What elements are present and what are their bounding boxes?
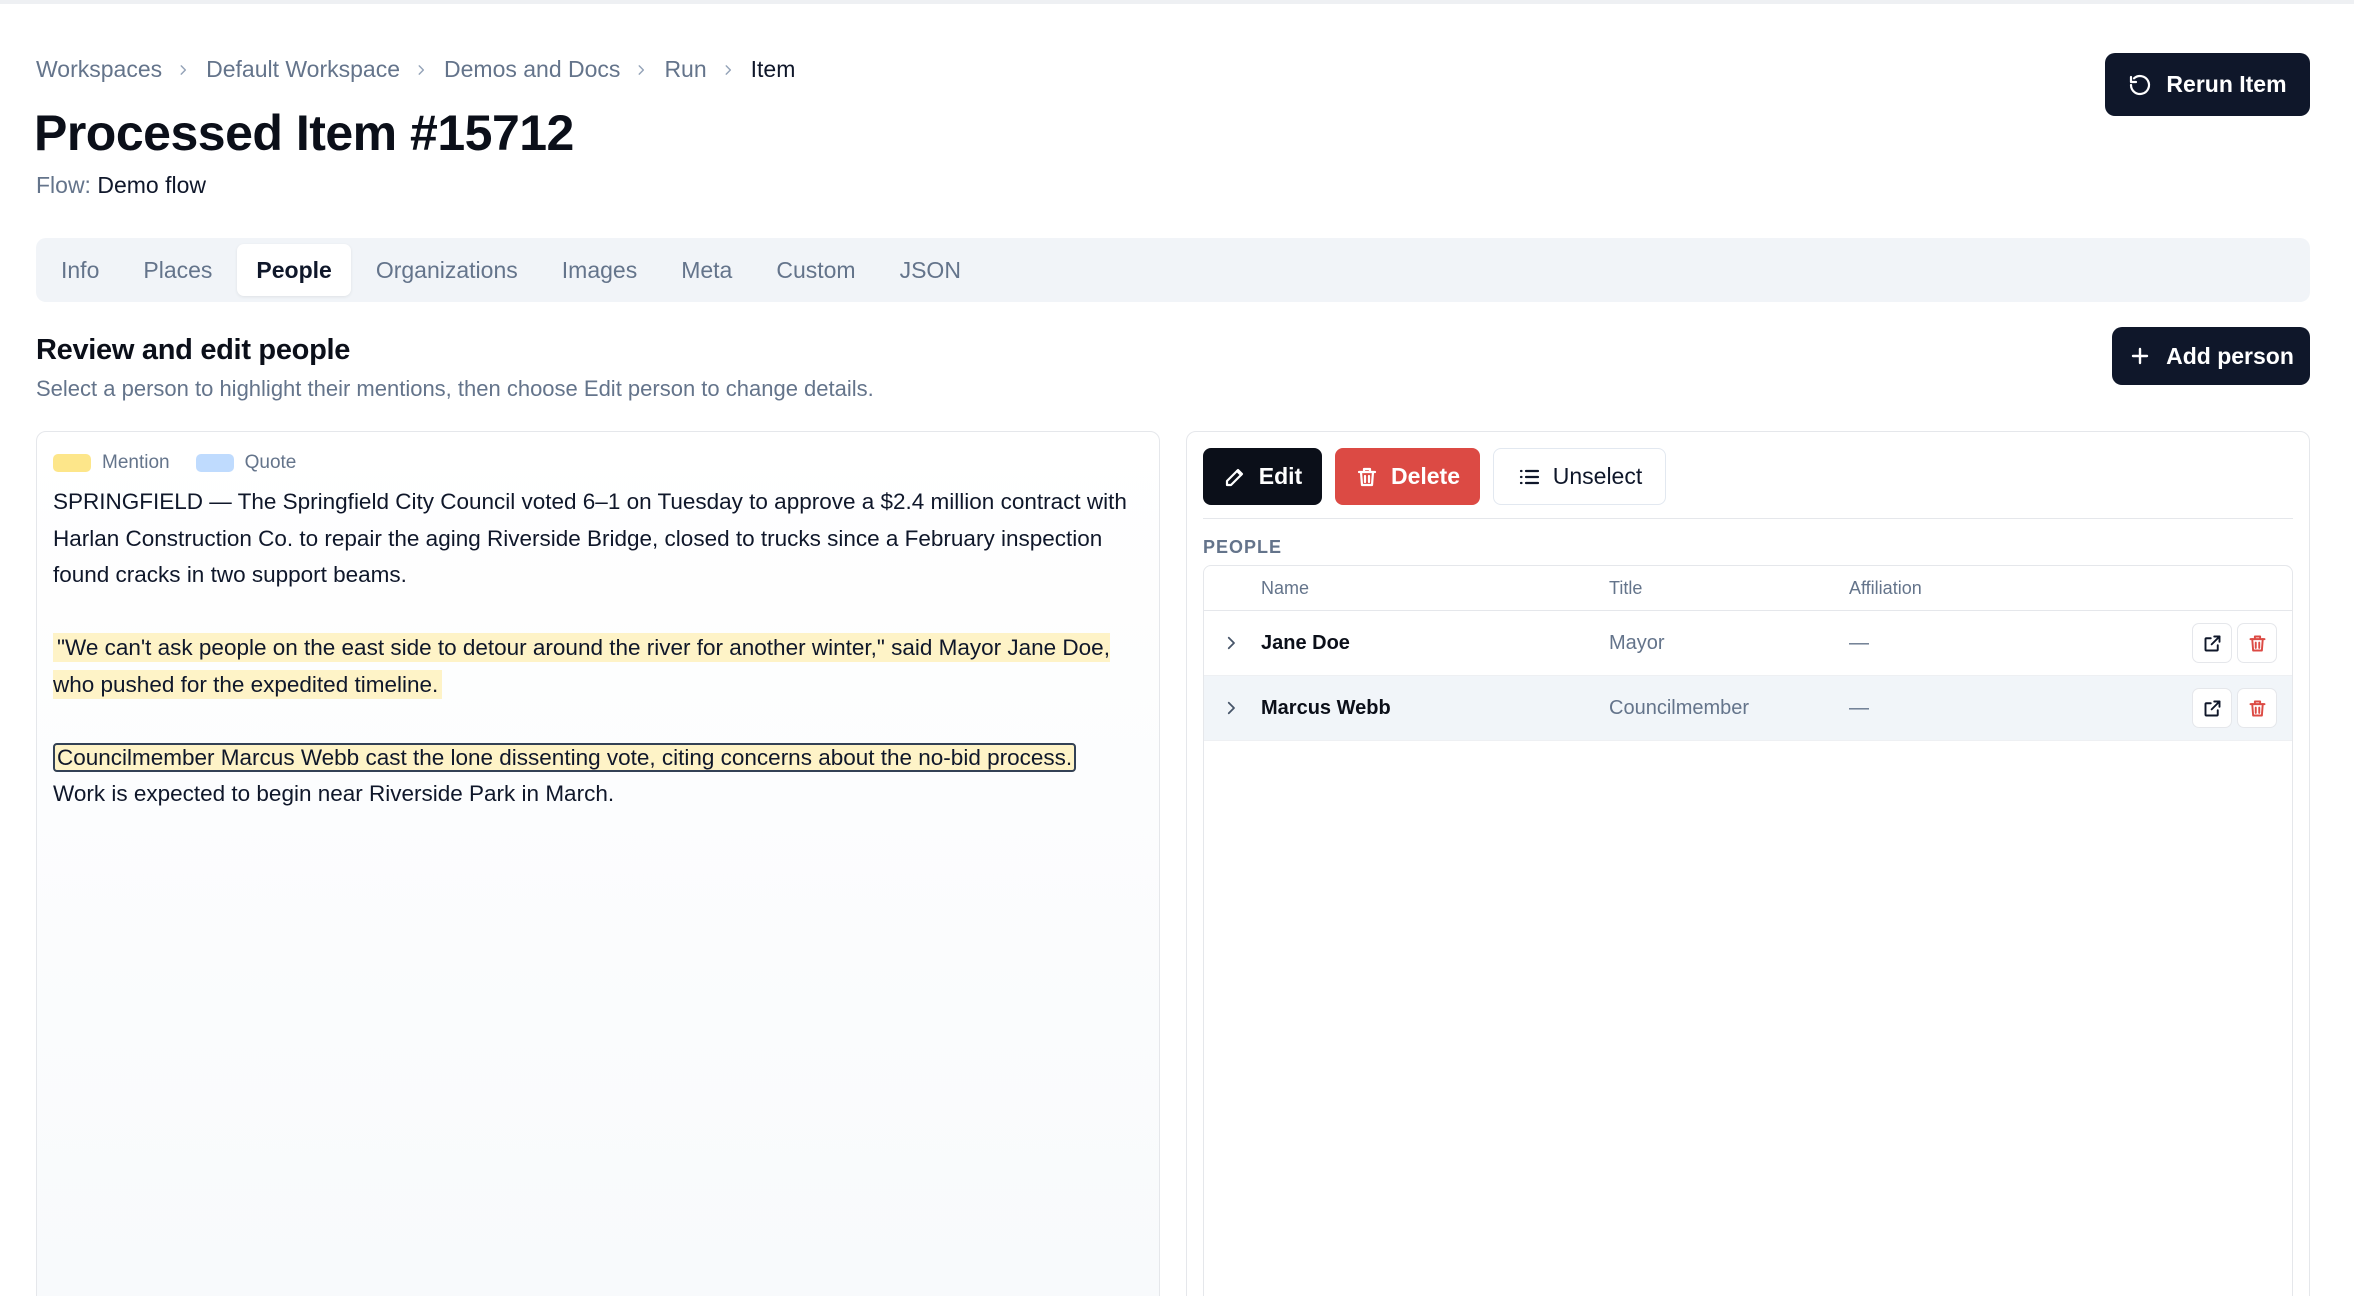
tab-places[interactable]: Places [124, 244, 231, 296]
article-paragraph: Councilmember Marcus Webb cast the lone … [53, 740, 1148, 813]
rerun-item-label: Rerun Item [2166, 71, 2287, 97]
flow-value: Demo flow [97, 172, 206, 198]
highlight-legend: Mention Quote [53, 448, 1143, 478]
article-text: SPRINGFIELD — The Springfield City Counc… [53, 484, 1148, 813]
selection-actions: Edit Delete Unselect [1203, 448, 1679, 505]
quote-swatch [195, 454, 234, 472]
pencil-icon [1225, 468, 1243, 486]
article-paragraph: SPRINGFIELD — The Springfield City Counc… [53, 489, 1127, 587]
plus-icon [2131, 347, 2149, 365]
add-person-button[interactable]: Add person [2112, 327, 2310, 385]
list-icon [1519, 469, 1539, 484]
tab-info[interactable]: Info [42, 244, 118, 296]
breadcrumb-demos-and-docs[interactable]: Demos and Docs [444, 56, 620, 83]
legend-quote-label: Quote [244, 452, 297, 473]
person-title: Councilmember [1609, 696, 1750, 719]
top-border [0, 0, 2354, 4]
column-header-name: Name [1261, 577, 1310, 598]
breadcrumb-default-workspace[interactable]: Default Workspace [206, 56, 400, 83]
external-link-icon [2204, 635, 2220, 651]
mention-highlight-marcus-webb[interactable]: Councilmember Marcus Webb cast the lone … [53, 742, 1077, 772]
legend-quote: Quote [195, 452, 297, 474]
breadcrumb: Workspaces Default Workspace Demos and D… [36, 56, 795, 83]
flow-info: Flow: Demo flow [36, 172, 206, 199]
add-person-label: Add person [2166, 342, 2294, 369]
person-affiliation: — [1849, 696, 1869, 719]
tab-organizations[interactable]: Organizations [357, 244, 537, 296]
people-panel: Edit Delete Unselect PEOPLE Name Title A… [1186, 431, 2310, 1296]
tab-images[interactable]: Images [543, 244, 656, 296]
breadcrumb-run[interactable]: Run [664, 56, 706, 83]
tab-meta[interactable]: Meta [662, 244, 751, 296]
unselect-label: Unselect [1552, 463, 1643, 489]
person-name: Jane Doe [1261, 631, 1350, 654]
tab-json[interactable]: JSON [881, 244, 980, 296]
person-affiliation: — [1849, 631, 1869, 654]
unselect-button[interactable]: Unselect [1493, 448, 1666, 505]
table-row-selected[interactable]: Marcus Webb Councilmember — [1204, 676, 2292, 741]
section-title: Review and edit people [36, 334, 351, 366]
divider [1203, 518, 2293, 519]
article-paragraph: "We can't ask people on the east side to… [53, 630, 1148, 703]
breadcrumb-workspaces[interactable]: Workspaces [36, 56, 162, 83]
chevron-right-icon [414, 63, 430, 77]
chevron-right-icon [634, 63, 650, 77]
person-name: Marcus Webb [1261, 696, 1391, 719]
column-header-title: Title [1609, 577, 1643, 598]
delete-person-button[interactable] [2237, 623, 2277, 663]
delete-label: Delete [1390, 463, 1461, 489]
people-table: Name Title Affiliation Jane Doe Mayor — … [1203, 565, 2293, 1296]
table-header: Name Title Affiliation [1204, 566, 2292, 611]
trash-icon [2249, 635, 2265, 651]
column-header-affiliation: Affiliation [1849, 577, 1922, 598]
section-subtitle: Select a person to highlight their menti… [36, 376, 874, 401]
rerun-item-button[interactable]: Rerun Item [2105, 53, 2310, 116]
trash-icon [1357, 467, 1377, 486]
chevron-right-icon [721, 63, 737, 77]
delete-person-button[interactable] [2237, 688, 2277, 728]
mention-swatch [53, 454, 91, 472]
article-sentence: Work is expected to begin near Riverside… [53, 781, 615, 806]
legend-mention: Mention [53, 452, 170, 474]
trash-icon [2249, 700, 2265, 716]
breadcrumb-item: Item [750, 56, 796, 82]
tab-bar: Info Places People Organizations Images … [36, 238, 2310, 302]
tab-custom[interactable]: Custom [757, 244, 874, 296]
chevron-right-icon[interactable] [1222, 699, 1240, 717]
external-link-icon [2204, 700, 2220, 716]
mention-highlight-jane-doe[interactable]: "We can't ask people on the east side to… [53, 633, 1110, 699]
chevron-right-icon [176, 63, 192, 77]
tab-people[interactable]: People [237, 244, 351, 296]
article-panel: Mention Quote SPRINGFIELD — The Springfi… [36, 431, 1160, 1296]
table-row[interactable]: Jane Doe Mayor — [1204, 611, 2292, 676]
open-person-button[interactable] [2192, 623, 2232, 663]
edit-button[interactable]: Edit [1203, 448, 1322, 505]
person-title: Mayor [1609, 631, 1665, 654]
delete-button[interactable]: Delete [1335, 448, 1480, 505]
refresh-icon [2130, 74, 2151, 95]
chevron-right-icon[interactable] [1222, 634, 1240, 652]
legend-mention-label: Mention [102, 452, 170, 473]
page-title: Processed Item #15712 [34, 105, 574, 161]
people-section-label: PEOPLE [1203, 537, 1283, 557]
edit-label: Edit [1258, 463, 1303, 489]
flow-label: Flow: [36, 172, 91, 198]
open-person-button[interactable] [2192, 688, 2232, 728]
